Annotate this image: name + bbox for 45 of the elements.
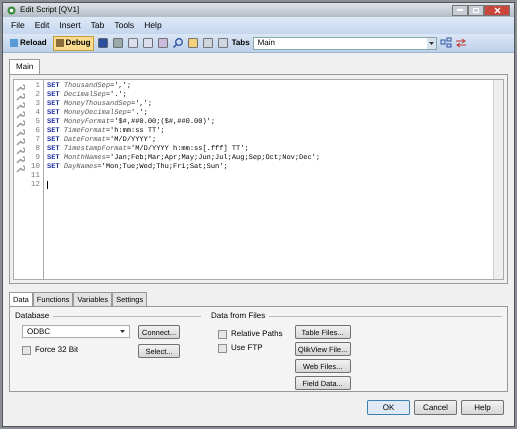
wrench-icon xyxy=(16,128,25,137)
editor-tab[interactable]: Main xyxy=(9,59,40,74)
menu-item[interactable]: Tools xyxy=(114,19,134,32)
toolbar-button[interactable]: Reload xyxy=(7,36,50,50)
group-title: Database xyxy=(15,310,50,322)
close-icon xyxy=(494,6,500,14)
caret-icon xyxy=(120,330,125,334)
search-icon[interactable] xyxy=(172,37,184,49)
menu-item[interactable]: Tab xyxy=(90,19,104,32)
menu-item[interactable]: Insert xyxy=(59,19,81,32)
menu-item[interactable]: File xyxy=(11,19,25,32)
wrench-icon xyxy=(16,137,25,146)
checkbox-label: Relative Paths xyxy=(231,328,283,340)
database-dropdown[interactable]: ODBC xyxy=(22,325,130,338)
menu-item[interactable]: Help xyxy=(144,19,162,32)
text-cursor xyxy=(47,181,48,189)
arrows-icon[interactable] xyxy=(454,37,467,49)
checkbox-label: Use FTP xyxy=(231,342,263,354)
network-icon[interactable] xyxy=(440,37,452,49)
window-title: Edit Script [QV1] xyxy=(20,4,80,16)
checkbox-label: Force 32 Bit xyxy=(35,344,78,356)
group-title: Data from Files xyxy=(211,310,266,322)
wrench-icon xyxy=(16,146,25,155)
maximize-button[interactable] xyxy=(468,4,484,16)
wrench-icon xyxy=(16,92,25,101)
wrench-icon xyxy=(16,155,25,164)
caret-icon xyxy=(428,42,434,44)
dialog-button[interactable]: OK xyxy=(367,400,410,416)
wrench-icon xyxy=(16,101,25,110)
wrench-icon xyxy=(16,83,25,92)
minimize-button[interactable] xyxy=(452,4,468,16)
dialog-button[interactable]: Help xyxy=(461,400,504,416)
checkbox[interactable] xyxy=(22,346,31,355)
wrench-icon xyxy=(16,119,25,128)
toolbar-button[interactable]: Debug xyxy=(52,36,94,50)
wrench-icon xyxy=(16,164,25,173)
checkbox[interactable] xyxy=(218,330,227,339)
tabs-label: Tabs xyxy=(232,37,250,49)
dialog-button[interactable]: Cancel xyxy=(414,400,457,416)
wrench-icon xyxy=(16,110,25,119)
checkbox[interactable] xyxy=(218,344,227,353)
close-button[interactable] xyxy=(484,4,510,16)
tabs-dropdown[interactable]: Main xyxy=(252,36,437,50)
app-icon xyxy=(7,6,16,14)
menu-item[interactable]: Edit xyxy=(34,19,50,32)
